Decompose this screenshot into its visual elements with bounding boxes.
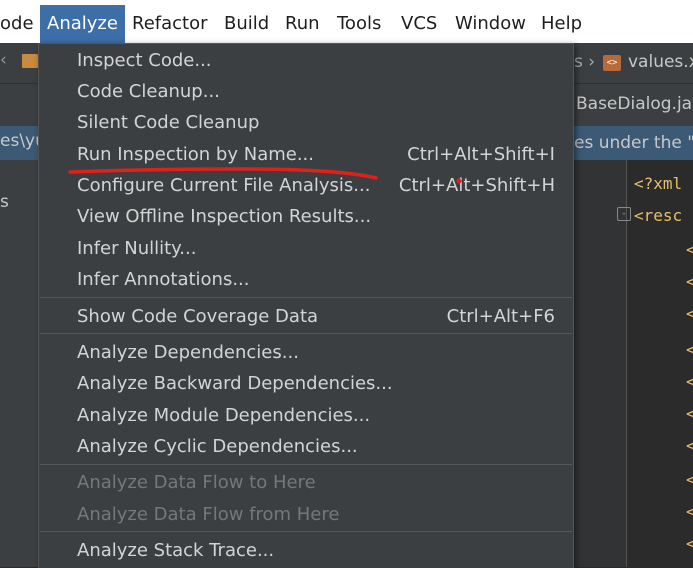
red-underline-annotation (68, 167, 462, 184)
